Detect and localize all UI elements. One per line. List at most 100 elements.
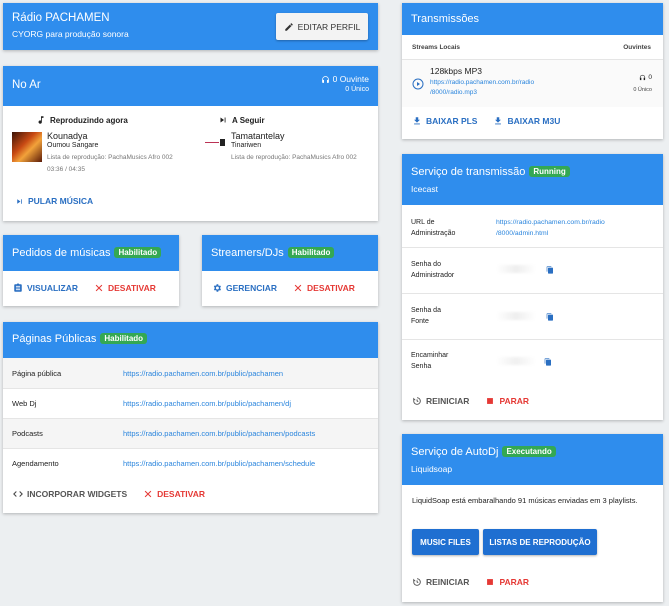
play-circle-icon[interactable] bbox=[412, 78, 424, 90]
status-badge: Running bbox=[529, 165, 570, 177]
song-requests-title: Pedidos de músicas bbox=[12, 247, 111, 259]
autodj-description: LiquidSoap está embaralhando 91 músicas … bbox=[412, 496, 638, 505]
copy-icon[interactable] bbox=[546, 266, 554, 274]
next-song: Tamatantelay bbox=[231, 131, 285, 141]
close-icon bbox=[95, 284, 103, 292]
admin-password-row: Senha do Administrador bbox=[402, 247, 663, 293]
on-air-card: No Ar 0 Ouvinte 0 Único Reproduzindo ago… bbox=[3, 66, 378, 221]
disable-requests-button[interactable]: DESATIVAR bbox=[94, 283, 156, 293]
stop-autodj-button[interactable]: PARAR bbox=[485, 577, 529, 587]
stream-url-line-1[interactable]: https://radio.pachamen.com.br/radio bbox=[430, 79, 534, 86]
next-artist: Tinariwen bbox=[231, 142, 262, 149]
embed-widgets-button[interactable]: INCORPORAR WIDGETS bbox=[13, 489, 127, 499]
view-requests-button[interactable]: VISUALIZAR bbox=[13, 283, 78, 293]
public-pages-header: Páginas Públicas Habilitado bbox=[3, 322, 378, 358]
restart-broadcast-button[interactable]: REINICIAR bbox=[412, 396, 469, 406]
autodj-header: Serviço de AutoDj Executando Liquidsoap bbox=[402, 434, 663, 485]
status-badge: Habilitado bbox=[100, 332, 148, 344]
copy-icon[interactable] bbox=[544, 358, 552, 366]
now-playing-heading: Reproduzindo agora bbox=[36, 115, 128, 125]
disable-public-pages-button[interactable]: DESATIVAR bbox=[143, 489, 205, 499]
clipboard-icon bbox=[14, 283, 22, 292]
broadcast-header: Serviço de transmissão Running Icecast bbox=[402, 154, 663, 205]
download-icon bbox=[414, 117, 420, 125]
public-pages-card: Páginas Públicas Habilitado Página públic… bbox=[3, 322, 378, 513]
stream-name: 128kbps MP3 bbox=[430, 66, 482, 76]
song-requests-header: Pedidos de músicas Habilitado bbox=[3, 235, 179, 271]
admin-url-row: URL de Administração https://radio.pacha… bbox=[411, 217, 605, 239]
public-pages-title: Páginas Públicas bbox=[12, 333, 97, 345]
now-artist: Oumou Sangare bbox=[47, 142, 99, 149]
now-song: Kounadya bbox=[47, 131, 88, 141]
manage-streamers-button[interactable]: GERENCIAR bbox=[212, 283, 277, 293]
up-next-heading: A Seguir bbox=[218, 115, 265, 125]
on-air-header: No Ar 0 Ouvinte 0 Único bbox=[3, 66, 378, 106]
edit-profile-label: EDITAR PERFIL bbox=[297, 21, 361, 32]
skip-next-icon bbox=[220, 117, 226, 123]
song-requests-card: Pedidos de músicas Habilitado VISUALIZAR … bbox=[3, 235, 179, 306]
stop-broadcast-button[interactable]: PARAR bbox=[485, 396, 529, 406]
table-row: Podcasts https://radio.pachamen.com.br/p… bbox=[3, 418, 378, 448]
download-icon bbox=[495, 117, 502, 125]
next-album-art bbox=[205, 138, 227, 148]
schedule-link[interactable]: https://radio.pachamen.com.br/public/pac… bbox=[123, 459, 315, 468]
restart-autodj-button[interactable]: REINICIAR bbox=[412, 577, 469, 587]
streamers-title: Streamers/DJs bbox=[211, 247, 284, 259]
streams-card: Transmissões Streams Locais Ouvintes 128… bbox=[402, 3, 663, 139]
broadcast-service-card: Serviço de transmissão Running Icecast UR… bbox=[402, 154, 663, 420]
podcasts-link[interactable]: https://radio.pachamen.com.br/public/pac… bbox=[123, 429, 315, 438]
music-note-icon bbox=[38, 116, 44, 124]
status-badge: Habilitado bbox=[287, 246, 335, 258]
autodj-subtitle: Liquidsoap bbox=[411, 464, 453, 474]
station-title: Rádio PACHAMEN bbox=[12, 12, 110, 24]
skip-song-button[interactable]: PULAR MÚSICA bbox=[15, 196, 93, 206]
skip-next-icon bbox=[17, 198, 22, 204]
now-time: 03:36 / 04:35 bbox=[47, 166, 85, 173]
status-badge: Executando bbox=[502, 445, 556, 457]
public-pages-table: Página pública https://radio.pachamen.co… bbox=[3, 358, 378, 478]
station-card: Rádio PACHAMEN CYORG para produção sonor… bbox=[3, 3, 378, 50]
disable-streamers-button[interactable]: DESATIVAR bbox=[293, 283, 355, 293]
masked-password bbox=[496, 357, 536, 365]
stop-icon bbox=[487, 398, 494, 404]
download-m3u-button[interactable]: BAIXAR M3U bbox=[493, 116, 560, 126]
source-password-row: Senha da Fonte bbox=[402, 293, 663, 339]
restart-icon bbox=[413, 397, 421, 405]
broadcast-title: Serviço de transmissão bbox=[411, 166, 526, 178]
listeners-count: 0 Ouvinte bbox=[321, 74, 369, 84]
stream-row: 128kbps MP3 https://radio.pachamen.com.b… bbox=[402, 59, 663, 107]
download-pls-button[interactable]: BAIXAR PLS bbox=[412, 116, 477, 126]
edit-profile-button[interactable]: EDITAR PERFIL bbox=[276, 13, 368, 40]
table-row: Web Dj https://radio.pachamen.com.br/pub… bbox=[3, 388, 378, 418]
autodj-title: Serviço de AutoDj bbox=[411, 446, 499, 458]
relay-password-row: Encaminhar Senha bbox=[402, 339, 663, 385]
streams-title: Transmissões bbox=[411, 13, 480, 25]
close-icon bbox=[144, 490, 152, 498]
music-files-button[interactable]: MUSIC FILES bbox=[412, 529, 479, 555]
admin-url-link[interactable]: https://radio.pachamen.com.br/radio /800… bbox=[496, 217, 605, 239]
status-badge: Habilitado bbox=[114, 246, 162, 258]
copy-icon[interactable] bbox=[546, 313, 554, 321]
gear-icon bbox=[213, 284, 221, 292]
now-playlist: Lista de reprodução: PachaMusics Afro 00… bbox=[47, 154, 173, 161]
album-art bbox=[12, 132, 42, 162]
headphones-icon bbox=[640, 74, 646, 81]
col-listeners: Ouvintes bbox=[623, 44, 651, 51]
on-air-title: No Ar bbox=[12, 79, 41, 91]
headphones-icon bbox=[321, 75, 329, 83]
masked-password bbox=[496, 312, 536, 320]
pencil-icon bbox=[284, 22, 293, 31]
autodj-service-card: Serviço de AutoDj Executando Liquidsoap L… bbox=[402, 434, 663, 602]
stop-icon bbox=[487, 579, 494, 585]
streams-header: Transmissões bbox=[402, 3, 663, 35]
playlists-button[interactable]: LISTAS DE REPRODUÇÃO bbox=[483, 529, 597, 555]
masked-password bbox=[496, 265, 536, 273]
stream-url-line-2[interactable]: /8000/radio.mp3 bbox=[430, 89, 477, 96]
broadcast-subtitle: Icecast bbox=[411, 184, 438, 194]
code-icon bbox=[13, 491, 23, 497]
web-dj-link[interactable]: https://radio.pachamen.com.br/public/pac… bbox=[123, 399, 291, 408]
streams-table-header: Streams Locais Ouvintes bbox=[402, 35, 663, 59]
public-page-link[interactable]: https://radio.pachamen.com.br/public/pac… bbox=[123, 369, 283, 378]
restart-icon bbox=[413, 578, 421, 586]
streamers-card: Streamers/DJs Habilitado GERENCIAR DESATI… bbox=[202, 235, 378, 306]
